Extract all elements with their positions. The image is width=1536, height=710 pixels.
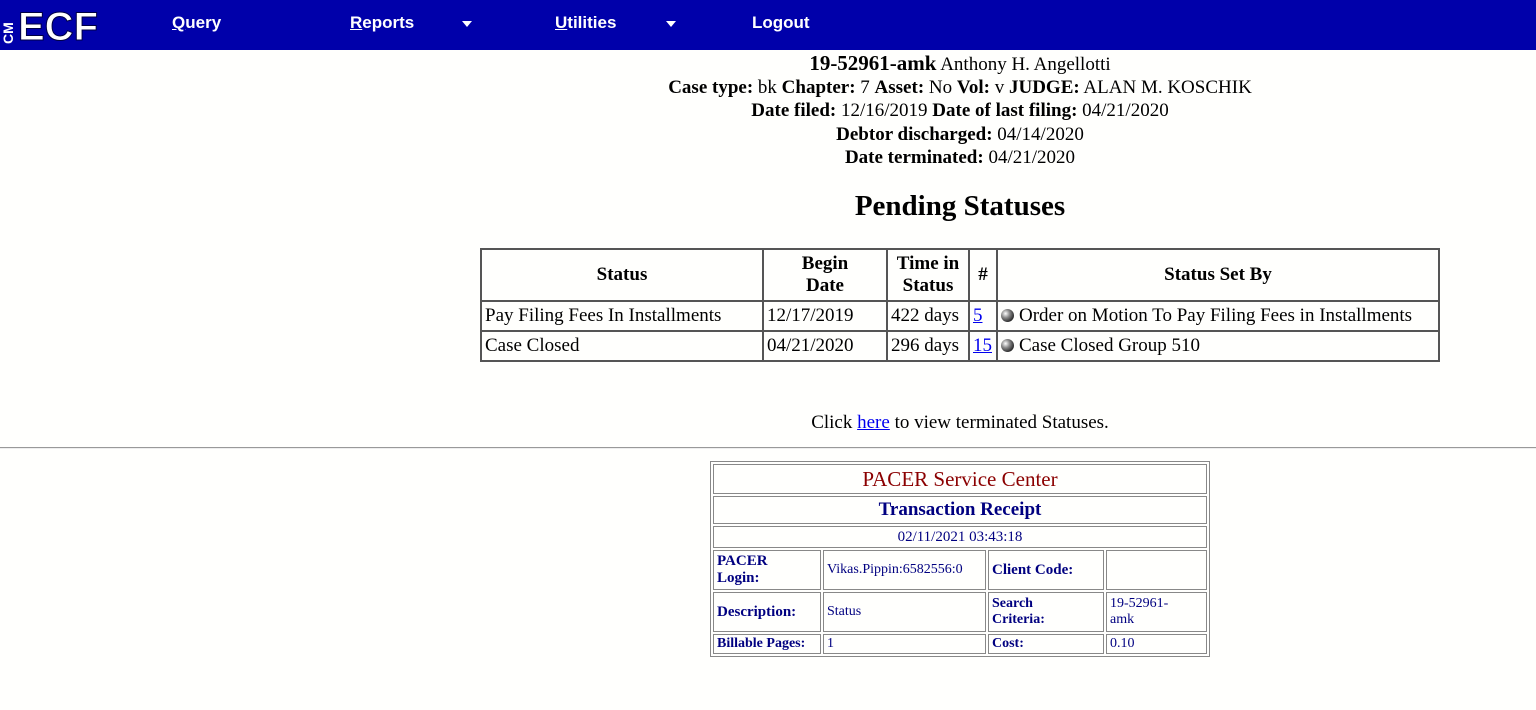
date-filed-value: 12/16/2019 bbox=[840, 100, 928, 122]
date-filed-row: Date filed: 12/16/2019 Date of last fili… bbox=[0, 99, 1536, 122]
reports-chevron-down-icon[interactable] bbox=[462, 21, 472, 27]
asset-value: No bbox=[928, 77, 953, 99]
billable-pages-label: Billable Pages: bbox=[713, 634, 821, 654]
description-value: Status bbox=[823, 592, 986, 632]
chapter-value: 7 bbox=[860, 77, 870, 99]
svg-text:CM: CM bbox=[0, 22, 16, 44]
vol-value: v bbox=[994, 77, 1005, 99]
search-criteria-value: 19-52961- amk bbox=[1106, 592, 1207, 632]
client-code-value bbox=[1106, 550, 1207, 590]
receipt-subtitle: Transaction Receipt bbox=[713, 496, 1207, 524]
click-prefix: Click bbox=[811, 412, 853, 433]
debtor-name: Anthony H. Angellotti bbox=[940, 54, 1111, 75]
search-value-line2: amk bbox=[1110, 612, 1135, 627]
search-label-line1: Search bbox=[992, 596, 1033, 611]
search-criteria-label: Search Criteria: bbox=[988, 592, 1104, 632]
pacer-receipt: PACER Service Center Transaction Receipt… bbox=[710, 461, 1210, 657]
col-time-header: Time in Status bbox=[887, 249, 969, 301]
top-nav-bar: CM ECF Query Reports Utilities Logout bbox=[0, 0, 1536, 50]
case-type-value: bk bbox=[757, 77, 777, 99]
col-begin-date-header: Begin Date bbox=[763, 249, 887, 301]
num-cell: 5 bbox=[969, 301, 997, 331]
set-by-cell: Order on Motion To Pay Filing Fees in In… bbox=[997, 301, 1439, 331]
case-type-label: Case type: bbox=[668, 77, 754, 99]
judge-label: JUDGE: bbox=[1008, 77, 1080, 99]
receipt-title: PACER Service Center bbox=[713, 464, 1207, 494]
asset-label: Asset: bbox=[874, 77, 925, 99]
table-row: Pay Filing Fees In Installments 12/17/20… bbox=[481, 301, 1439, 331]
status-cell: Case Closed bbox=[481, 331, 763, 361]
terminated-statuses-line: Click here to view terminated Statuses. bbox=[0, 412, 1536, 434]
billable-pages-value: 1 bbox=[823, 634, 986, 654]
nav-utilities[interactable]: Utilities bbox=[555, 13, 616, 33]
search-value-line1: 19-52961- bbox=[1110, 596, 1169, 611]
num-cell: 15 bbox=[969, 331, 997, 361]
discharged-row: Debtor discharged: 04/14/2020 bbox=[0, 123, 1536, 146]
case-number: 19-52961-amk bbox=[809, 51, 937, 75]
terminated-value: 04/21/2020 bbox=[988, 146, 1076, 168]
login-label-line2: Login: bbox=[717, 570, 760, 586]
chapter-label: Chapter: bbox=[781, 77, 856, 99]
docket-entry-link[interactable]: 15 bbox=[973, 335, 992, 356]
discharged-label: Debtor discharged: bbox=[836, 123, 993, 145]
page-title: Pending Statuses bbox=[854, 190, 1066, 222]
case-type-row: Case type: bk Chapter: 7 Asset: No Vol: … bbox=[0, 76, 1536, 99]
col-set-by-header: Status Set By bbox=[997, 249, 1439, 301]
last-filing-value: 04/21/2020 bbox=[1082, 100, 1169, 122]
set-by-text: Case Closed Group 510 bbox=[1019, 335, 1201, 356]
login-label: PACER Login: bbox=[713, 550, 821, 590]
set-by-cell: Case Closed Group 510 bbox=[997, 331, 1439, 361]
client-code-label: Client Code: bbox=[988, 550, 1104, 590]
vol-label: Vol: bbox=[956, 77, 990, 99]
cost-value: 0.10 bbox=[1106, 634, 1207, 654]
discharged-value: 04/14/2020 bbox=[997, 123, 1084, 145]
case-header: 19-52961-amk Anthony H. Angellotti Case … bbox=[0, 51, 1536, 169]
login-label-line1: PACER bbox=[717, 553, 768, 569]
status-ball-icon bbox=[1001, 309, 1014, 322]
status-cell: Pay Filing Fees In Installments bbox=[481, 301, 763, 331]
receipt-datetime: 02/11/2021 03:43:18 bbox=[713, 526, 1207, 548]
docket-entry-link[interactable]: 5 bbox=[973, 305, 983, 326]
status-ball-icon bbox=[1001, 339, 1014, 352]
begin-date-cell: 04/21/2020 bbox=[763, 331, 887, 361]
last-filing-label: Date of last filing: bbox=[932, 100, 1078, 122]
case-title-row: 19-52961-amk Anthony H. Angellotti bbox=[0, 51, 1536, 76]
time-cell: 422 days bbox=[887, 301, 969, 331]
col-num-header: # bbox=[969, 249, 997, 301]
terminated-statuses-link[interactable]: here bbox=[857, 412, 890, 433]
login-value: Vikas.Pippin:6582556:0 bbox=[823, 550, 986, 590]
utilities-chevron-down-icon[interactable] bbox=[666, 21, 676, 27]
nav-logout[interactable]: Logout bbox=[752, 13, 810, 33]
search-label-line2: Criteria: bbox=[992, 612, 1045, 627]
set-by-text: Order on Motion To Pay Filing Fees in In… bbox=[1019, 305, 1413, 326]
nav-query[interactable]: Query bbox=[172, 13, 221, 33]
terminated-label: Date terminated: bbox=[844, 146, 984, 168]
col-time-line2: Status bbox=[902, 275, 954, 296]
terminated-row: Date terminated: 04/21/2020 bbox=[0, 146, 1536, 169]
table-row: Case Closed 04/21/2020 296 days 15 Case … bbox=[481, 331, 1439, 361]
col-begin-date-line2: Date bbox=[806, 275, 844, 296]
table-header-row: Status Begin Date Time in Status # Statu… bbox=[481, 249, 1439, 301]
col-status-header: Status bbox=[481, 249, 763, 301]
svg-text:ECF: ECF bbox=[18, 5, 98, 46]
click-suffix: to view terminated Statuses. bbox=[894, 412, 1109, 433]
cmecf-logo[interactable]: CM ECF bbox=[0, 0, 116, 50]
col-time-line1: Time in bbox=[896, 253, 960, 274]
begin-date-cell: 12/17/2019 bbox=[763, 301, 887, 331]
time-cell: 296 days bbox=[887, 331, 969, 361]
pending-statuses-table: Status Begin Date Time in Status # Statu… bbox=[480, 248, 1440, 362]
cost-label: Cost: bbox=[988, 634, 1104, 654]
col-begin-date-line1: Begin bbox=[801, 253, 849, 274]
date-filed-label: Date filed: bbox=[751, 100, 837, 122]
judge-value: ALAN M. KOSCHIK bbox=[1083, 77, 1252, 99]
divider bbox=[0, 447, 1536, 449]
nav-reports[interactable]: Reports bbox=[350, 13, 414, 33]
description-label: Description: bbox=[713, 592, 821, 632]
